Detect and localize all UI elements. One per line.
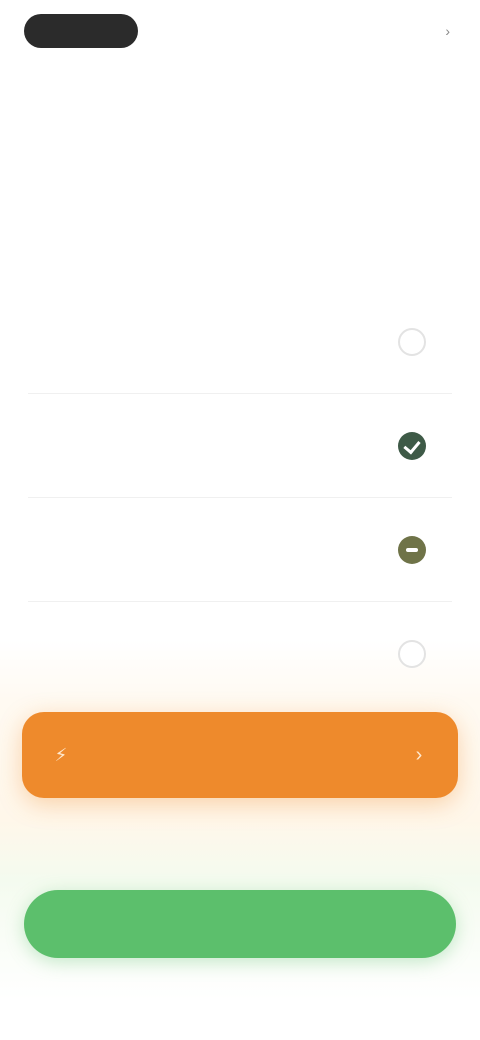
checkbox-icon[interactable] xyxy=(398,640,426,668)
top-right-link[interactable]: › xyxy=(360,20,450,42)
option-item-3[interactable] xyxy=(28,498,452,602)
screen: › ⚡ › xyxy=(0,0,480,1040)
chevron-right-icon: › xyxy=(445,23,450,39)
continue-button[interactable] xyxy=(24,890,456,958)
top-bar: › xyxy=(0,0,480,64)
app-logo xyxy=(24,14,138,48)
option-item-2[interactable] xyxy=(28,394,452,498)
options-list xyxy=(0,290,480,706)
option-item-4[interactable] xyxy=(28,602,452,706)
option-item-1[interactable] xyxy=(28,290,452,394)
promo-banner[interactable]: ⚡ › xyxy=(22,712,458,798)
bolt-icon: ⚡ xyxy=(54,744,68,765)
check-partial-icon[interactable] xyxy=(398,536,426,564)
chevron-right-icon: › xyxy=(415,743,423,766)
checkbox-icon[interactable] xyxy=(398,328,426,356)
check-selected-icon[interactable] xyxy=(398,432,426,460)
